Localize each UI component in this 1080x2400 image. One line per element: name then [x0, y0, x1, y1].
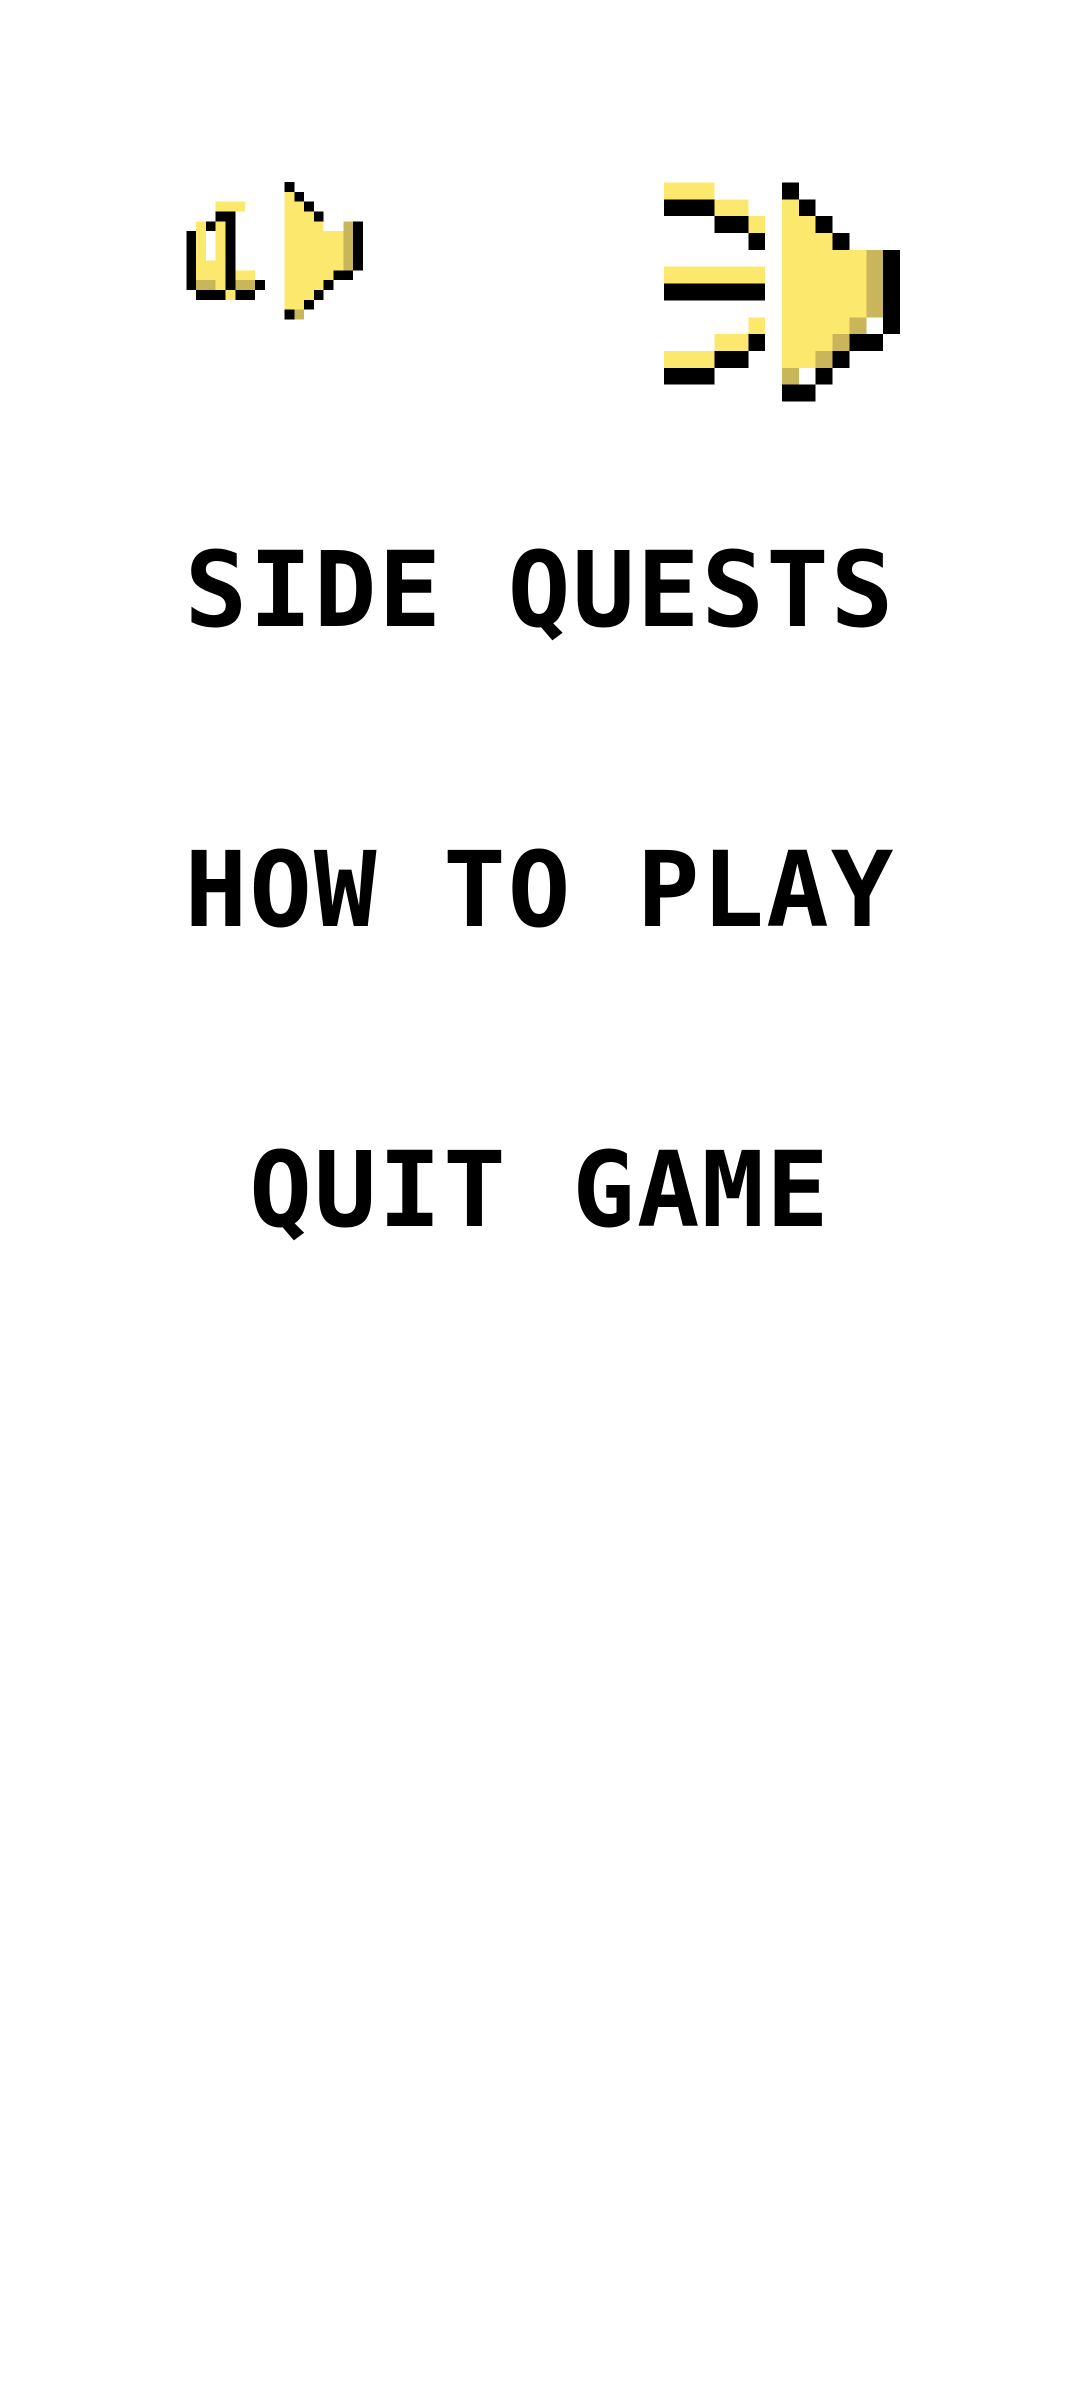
music-toggle-button[interactable] [184, 182, 434, 398]
sound-toggle-button[interactable] [664, 182, 900, 402]
music-note-speaker-icon [186, 182, 363, 320]
speaker-sound-waves-icon [664, 182, 900, 402]
quit-game-button[interactable]: QUIT GAME [0, 1138, 1080, 1242]
side-quests-button[interactable]: SIDE QUESTS [0, 538, 1080, 642]
how-to-play-button[interactable]: HOW TO PLAY [0, 838, 1080, 942]
